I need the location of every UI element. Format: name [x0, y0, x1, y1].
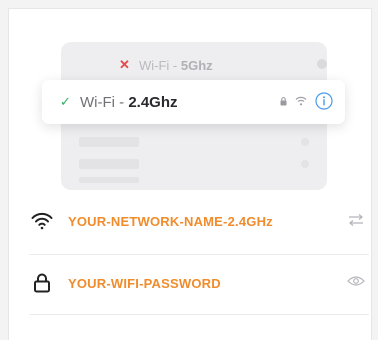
network-row-2-4ghz[interactable]: ✓ Wi-Fi - 2.4Ghz	[42, 80, 345, 124]
network-2-4ghz-label: Wi-Fi - 2.4Ghz	[80, 93, 178, 111]
lock-icon	[280, 96, 287, 105]
divider	[29, 314, 369, 315]
dim-status-icon	[317, 59, 327, 69]
network-row-5ghz: ✕ Wi-Fi - 5Ghz	[119, 54, 339, 76]
eye-icon[interactable]	[347, 275, 365, 287]
network-5ghz-label: Wi-Fi - 5Ghz	[139, 57, 213, 73]
info-icon[interactable]	[315, 92, 333, 110]
wifi-setup-card: ✕ Wi-Fi - 5Ghz ✓ Wi-Fi - 2.4Ghz YOUR-NET…	[8, 8, 372, 340]
check-icon: ✓	[60, 94, 71, 109]
placeholder-row	[79, 137, 139, 147]
divider	[29, 254, 369, 255]
placeholder-icon	[301, 138, 309, 146]
network-name-value: YOUR-NETWORK-NAME-2.4GHz	[68, 213, 273, 229]
placeholder-icon	[301, 160, 309, 168]
wifi-password-value: YOUR-WIFI-PASSWORD	[68, 275, 221, 291]
wifi-password-field[interactable]: YOUR-WIFI-PASSWORD	[29, 258, 371, 308]
swap-icon[interactable]	[347, 213, 365, 227]
wifi-icon	[31, 212, 53, 230]
lock-icon	[34, 273, 50, 293]
wifi-signal-icon	[295, 96, 307, 106]
unavailable-x-icon: ✕	[119, 57, 130, 72]
network-name-field[interactable]: YOUR-NETWORK-NAME-2.4GHz	[29, 196, 371, 246]
placeholder-row	[79, 159, 139, 169]
placeholder-row	[79, 177, 139, 183]
